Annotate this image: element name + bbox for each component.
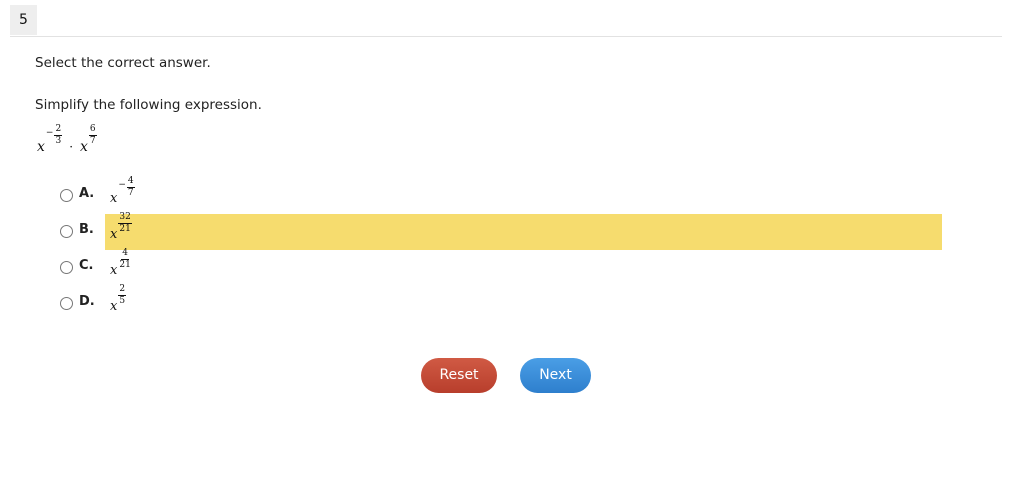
option-exponent: 25 bbox=[118, 284, 127, 306]
option-exponent-denominator: 5 bbox=[119, 296, 126, 306]
exponent-2-numerator: 6 bbox=[88, 124, 97, 136]
expression-exponent-2: 67 bbox=[88, 124, 97, 146]
selection-highlight bbox=[105, 214, 942, 250]
option-letter: A. bbox=[79, 186, 95, 201]
option-base: x bbox=[110, 299, 118, 314]
option-exponent-numerator: 2 bbox=[118, 284, 127, 296]
exponent-2-denominator: 7 bbox=[89, 136, 96, 146]
option-exponent-denominator: 21 bbox=[119, 260, 131, 270]
option-answer-expression: x25 bbox=[110, 284, 127, 314]
option-exponent: −4 7 bbox=[118, 176, 135, 198]
exponent-1-numerator: 2 bbox=[54, 124, 63, 136]
option-exponent-denominator: 7 bbox=[127, 188, 134, 198]
reset-button[interactable]: Reset bbox=[421, 358, 497, 393]
question-expression: x− 2 3 · x 6 7 bbox=[37, 124, 97, 155]
option-exponent-denominator: 21 bbox=[119, 224, 131, 234]
next-button[interactable]: Next bbox=[520, 358, 591, 393]
answer-option-c[interactable]: C. x 4 21 bbox=[57, 249, 942, 286]
exponent-1-sign: − bbox=[45, 128, 54, 138]
option-exponent-numerator: 32 bbox=[118, 212, 132, 224]
question-number: 5 bbox=[10, 5, 37, 35]
exponent-1-denominator: 3 bbox=[55, 136, 62, 146]
option-exponent-sign: − bbox=[118, 180, 126, 190]
option-answer-expression: x− 4 7 bbox=[110, 176, 135, 206]
option-exponent-numerator: 4 bbox=[126, 176, 135, 188]
radio-button-a[interactable] bbox=[60, 189, 73, 202]
option-exponent: 32 21 bbox=[118, 212, 132, 234]
option-exponent-numerator: 4 bbox=[121, 248, 129, 260]
option-letter: D. bbox=[79, 294, 95, 309]
option-letter: C. bbox=[79, 258, 94, 273]
option-letter: B. bbox=[79, 222, 94, 237]
radio-button-d[interactable] bbox=[60, 297, 73, 310]
radio-button-b[interactable] bbox=[60, 225, 73, 238]
expression-exponent-1: −2 3 bbox=[45, 124, 63, 146]
instruction-text: Select the correct answer. bbox=[35, 55, 211, 71]
header-divider bbox=[10, 36, 1002, 37]
expression-base-1: x bbox=[37, 139, 45, 155]
expression-base-2: x bbox=[80, 139, 88, 155]
multiply-operator: · bbox=[69, 140, 74, 154]
option-base: x bbox=[110, 191, 118, 206]
option-answer-expression: x 32 21 bbox=[110, 212, 132, 242]
radio-button-c[interactable] bbox=[60, 261, 73, 274]
answer-option-b[interactable]: B. x 32 21 bbox=[57, 212, 942, 250]
answer-option-d[interactable]: D. x25 bbox=[57, 284, 942, 322]
question-prompt: Simplify the following expression. bbox=[35, 97, 262, 113]
option-exponent: 4 21 bbox=[118, 249, 131, 270]
answer-option-a[interactable]: A. x− 4 7 bbox=[57, 176, 942, 214]
option-base: x bbox=[110, 263, 118, 278]
option-base: x bbox=[110, 227, 118, 242]
option-answer-expression: x 4 21 bbox=[110, 249, 132, 279]
